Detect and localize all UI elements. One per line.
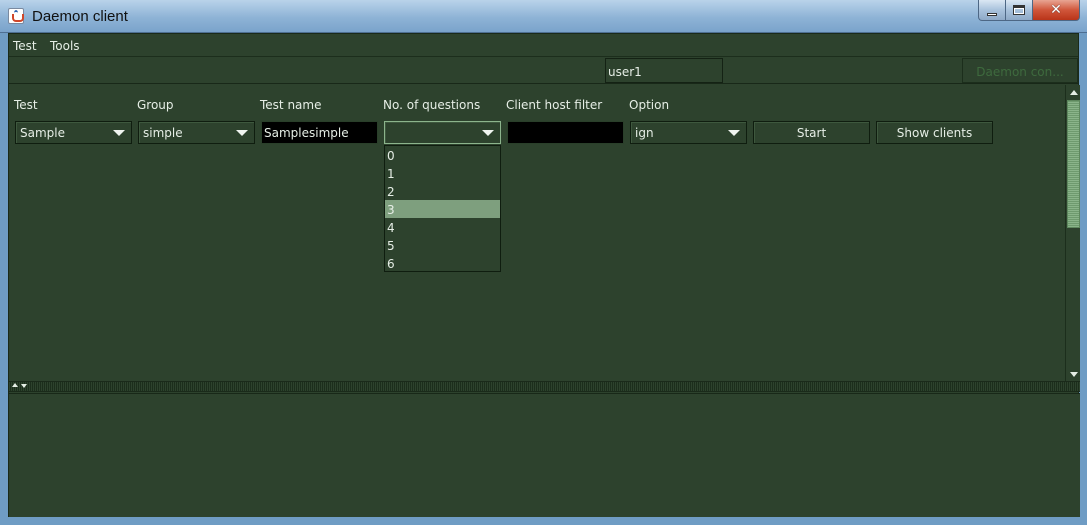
client-area: Test Tools user1 Daemon con... Test Grou… [8,33,1080,517]
window-controls: ✕ [978,0,1080,21]
option-combo[interactable]: ign [630,121,747,144]
arrow-down-icon [1069,371,1078,377]
test-config-panel: Test Group Test name No. of questions Cl… [9,85,1080,381]
label-client-host-filter: Client host filter [506,98,603,112]
menu-tools[interactable]: Tools [50,39,80,53]
java-app-icon [8,8,24,24]
show-clients-button[interactable]: Show clients [876,121,993,144]
dropdown-option-1[interactable]: 1 [385,164,500,182]
label-test: Test [14,98,38,112]
close-icon: ✕ [1050,2,1062,18]
daemon-connect-button[interactable]: Daemon con... [962,58,1078,83]
minimize-icon [987,12,997,16]
scroll-down-button[interactable] [1067,367,1080,381]
test-name-field[interactable]: Samplesimple [261,121,378,144]
user-field[interactable]: user1 [605,58,723,83]
label-num-questions: No. of questions [383,98,481,112]
minimize-button[interactable] [978,0,1006,21]
scroll-up-button[interactable] [1067,85,1080,99]
dropdown-option-6[interactable]: 6 [385,254,500,272]
dropdown-option-5[interactable]: 5 [385,236,500,254]
client-host-filter-field[interactable] [507,121,624,144]
menu-bar: Test Tools [9,34,1078,57]
maximize-icon [1013,5,1025,15]
dropdown-option-3[interactable]: 3 [385,200,500,218]
num-questions-dropdown: 0 1 2 3 4 5 6 [384,145,501,272]
chevron-down-icon [482,130,494,136]
label-group: Group [137,98,174,112]
toolbar: user1 Daemon con... [9,57,1078,84]
start-button[interactable]: Start [753,121,870,144]
split-pane-divider[interactable] [9,381,1080,392]
group-combo[interactable]: simple [138,121,255,144]
option-combo-value: ign [635,126,654,140]
chevron-down-icon [236,130,248,136]
window-title: Daemon client [32,8,128,25]
test-combo-value: Sample [20,126,65,140]
collapse-down-icon[interactable] [21,384,27,388]
vertical-scrollbar[interactable] [1065,85,1080,381]
chevron-down-icon [113,130,125,136]
close-button[interactable]: ✕ [1033,0,1080,21]
num-questions-combo[interactable] [384,121,501,144]
label-test-name: Test name [260,98,322,112]
collapse-up-icon[interactable] [12,383,18,387]
test-combo[interactable]: Sample [15,121,132,144]
output-panel [9,393,1080,517]
group-combo-value: simple [143,126,183,140]
menu-test[interactable]: Test [13,39,37,53]
arrow-up-icon [1069,89,1078,95]
scroll-thumb[interactable] [1067,100,1080,228]
dropdown-option-2[interactable]: 2 [385,182,500,200]
chevron-down-icon [728,130,740,136]
dropdown-option-4[interactable]: 4 [385,218,500,236]
maximize-button[interactable] [1006,0,1033,21]
title-bar[interactable]: Daemon client ✕ [0,0,1087,33]
dropdown-option-0[interactable]: 0 [385,146,500,164]
label-option: Option [629,98,670,112]
